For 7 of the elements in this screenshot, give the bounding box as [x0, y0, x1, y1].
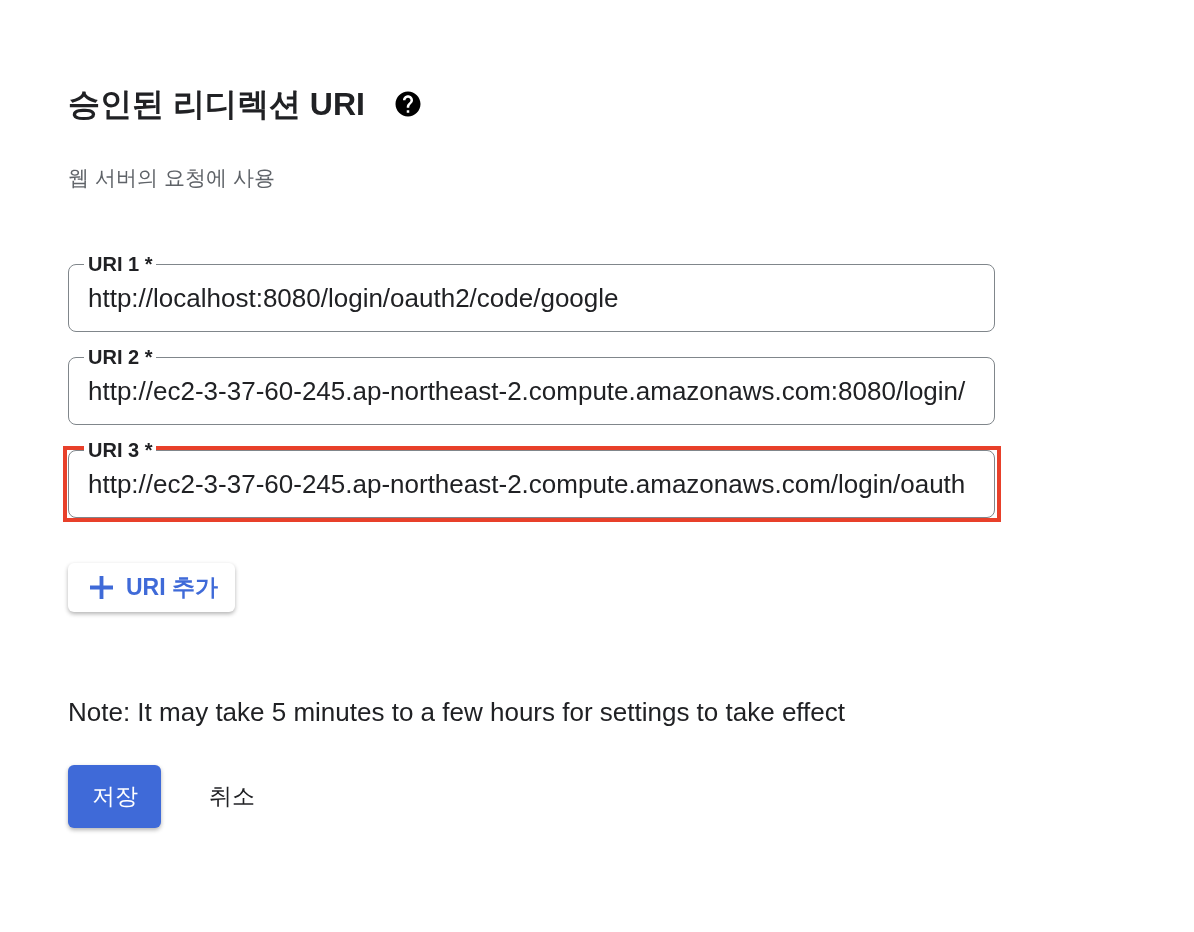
settings-note: Note: It may take 5 minutes to a few hours for settings to take effect	[68, 696, 846, 728]
plus-icon	[90, 576, 113, 599]
section-subtitle: 웹 서버의 요청에 사용	[68, 165, 275, 191]
cancel-button[interactable]: 취소	[185, 765, 279, 828]
section-title: 승인된 리디렉션 URI	[68, 85, 365, 124]
save-button[interactable]: 저장	[68, 765, 161, 828]
add-uri-button[interactable]: URI 추가	[68, 563, 235, 612]
